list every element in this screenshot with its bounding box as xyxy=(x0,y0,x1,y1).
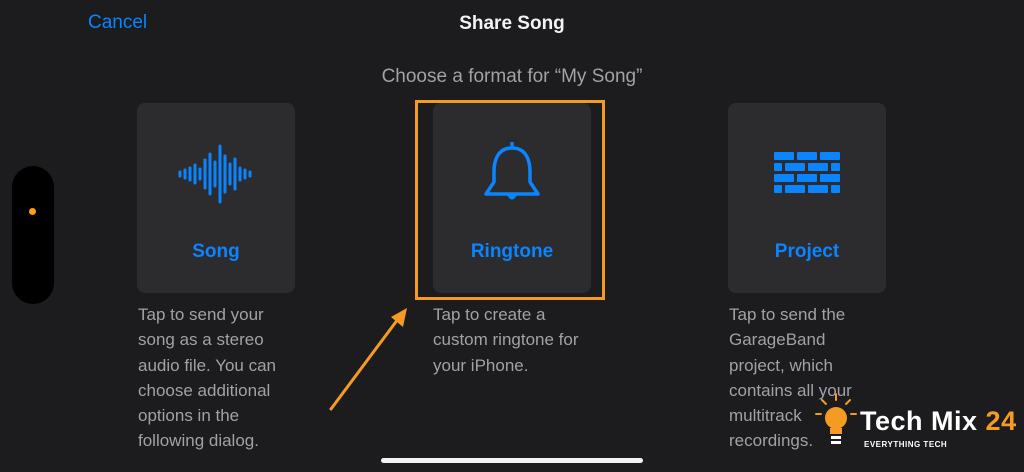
desc-line: your iPhone. xyxy=(433,355,529,375)
bricks-icon xyxy=(728,139,886,209)
desc-line: custom ringtone for xyxy=(433,330,579,350)
page-title: Share Song xyxy=(459,13,565,34)
desc-line: song as a stereo xyxy=(138,330,264,350)
desc-line: choose additional xyxy=(138,380,271,400)
desc-line: options in the xyxy=(138,406,240,426)
song-description: Tap to send your song as a stereo audio … xyxy=(138,302,308,454)
home-indicator xyxy=(381,458,643,463)
lightbulb-icon xyxy=(815,393,857,444)
ringtone-description: Tap to create a custom ringtone for your… xyxy=(433,302,603,378)
watermark-tagline: EVERYTHING TECH xyxy=(864,440,948,449)
desc-line: following dialog. xyxy=(138,431,259,451)
song-option-label: Song xyxy=(192,241,240,262)
ringtone-highlight-box xyxy=(415,100,605,300)
watermark-name: Tech Mix 24 xyxy=(860,406,1017,436)
project-option-label: Project xyxy=(774,241,840,262)
desc-line: Tap to send the xyxy=(729,305,846,324)
side-pill-handle xyxy=(12,166,54,304)
desc-line: project, which xyxy=(729,355,833,375)
waveform-icon xyxy=(137,139,295,209)
annotation-arrow-icon xyxy=(329,308,407,411)
desc-line: GarageBand xyxy=(729,330,826,350)
desc-line: audio file. You can xyxy=(138,355,277,375)
song-option-card[interactable]: Song xyxy=(137,103,295,293)
watermark-logo: Tech Mix 24 EVERYTHING TECH xyxy=(814,392,1019,456)
indicator-dot xyxy=(29,208,36,215)
desc-line: Tap to create a xyxy=(433,305,546,324)
desc-line: Tap to send your xyxy=(138,305,264,324)
format-prompt: Choose a format for “My Song” xyxy=(381,66,643,87)
project-option-card[interactable]: Project xyxy=(728,103,886,293)
